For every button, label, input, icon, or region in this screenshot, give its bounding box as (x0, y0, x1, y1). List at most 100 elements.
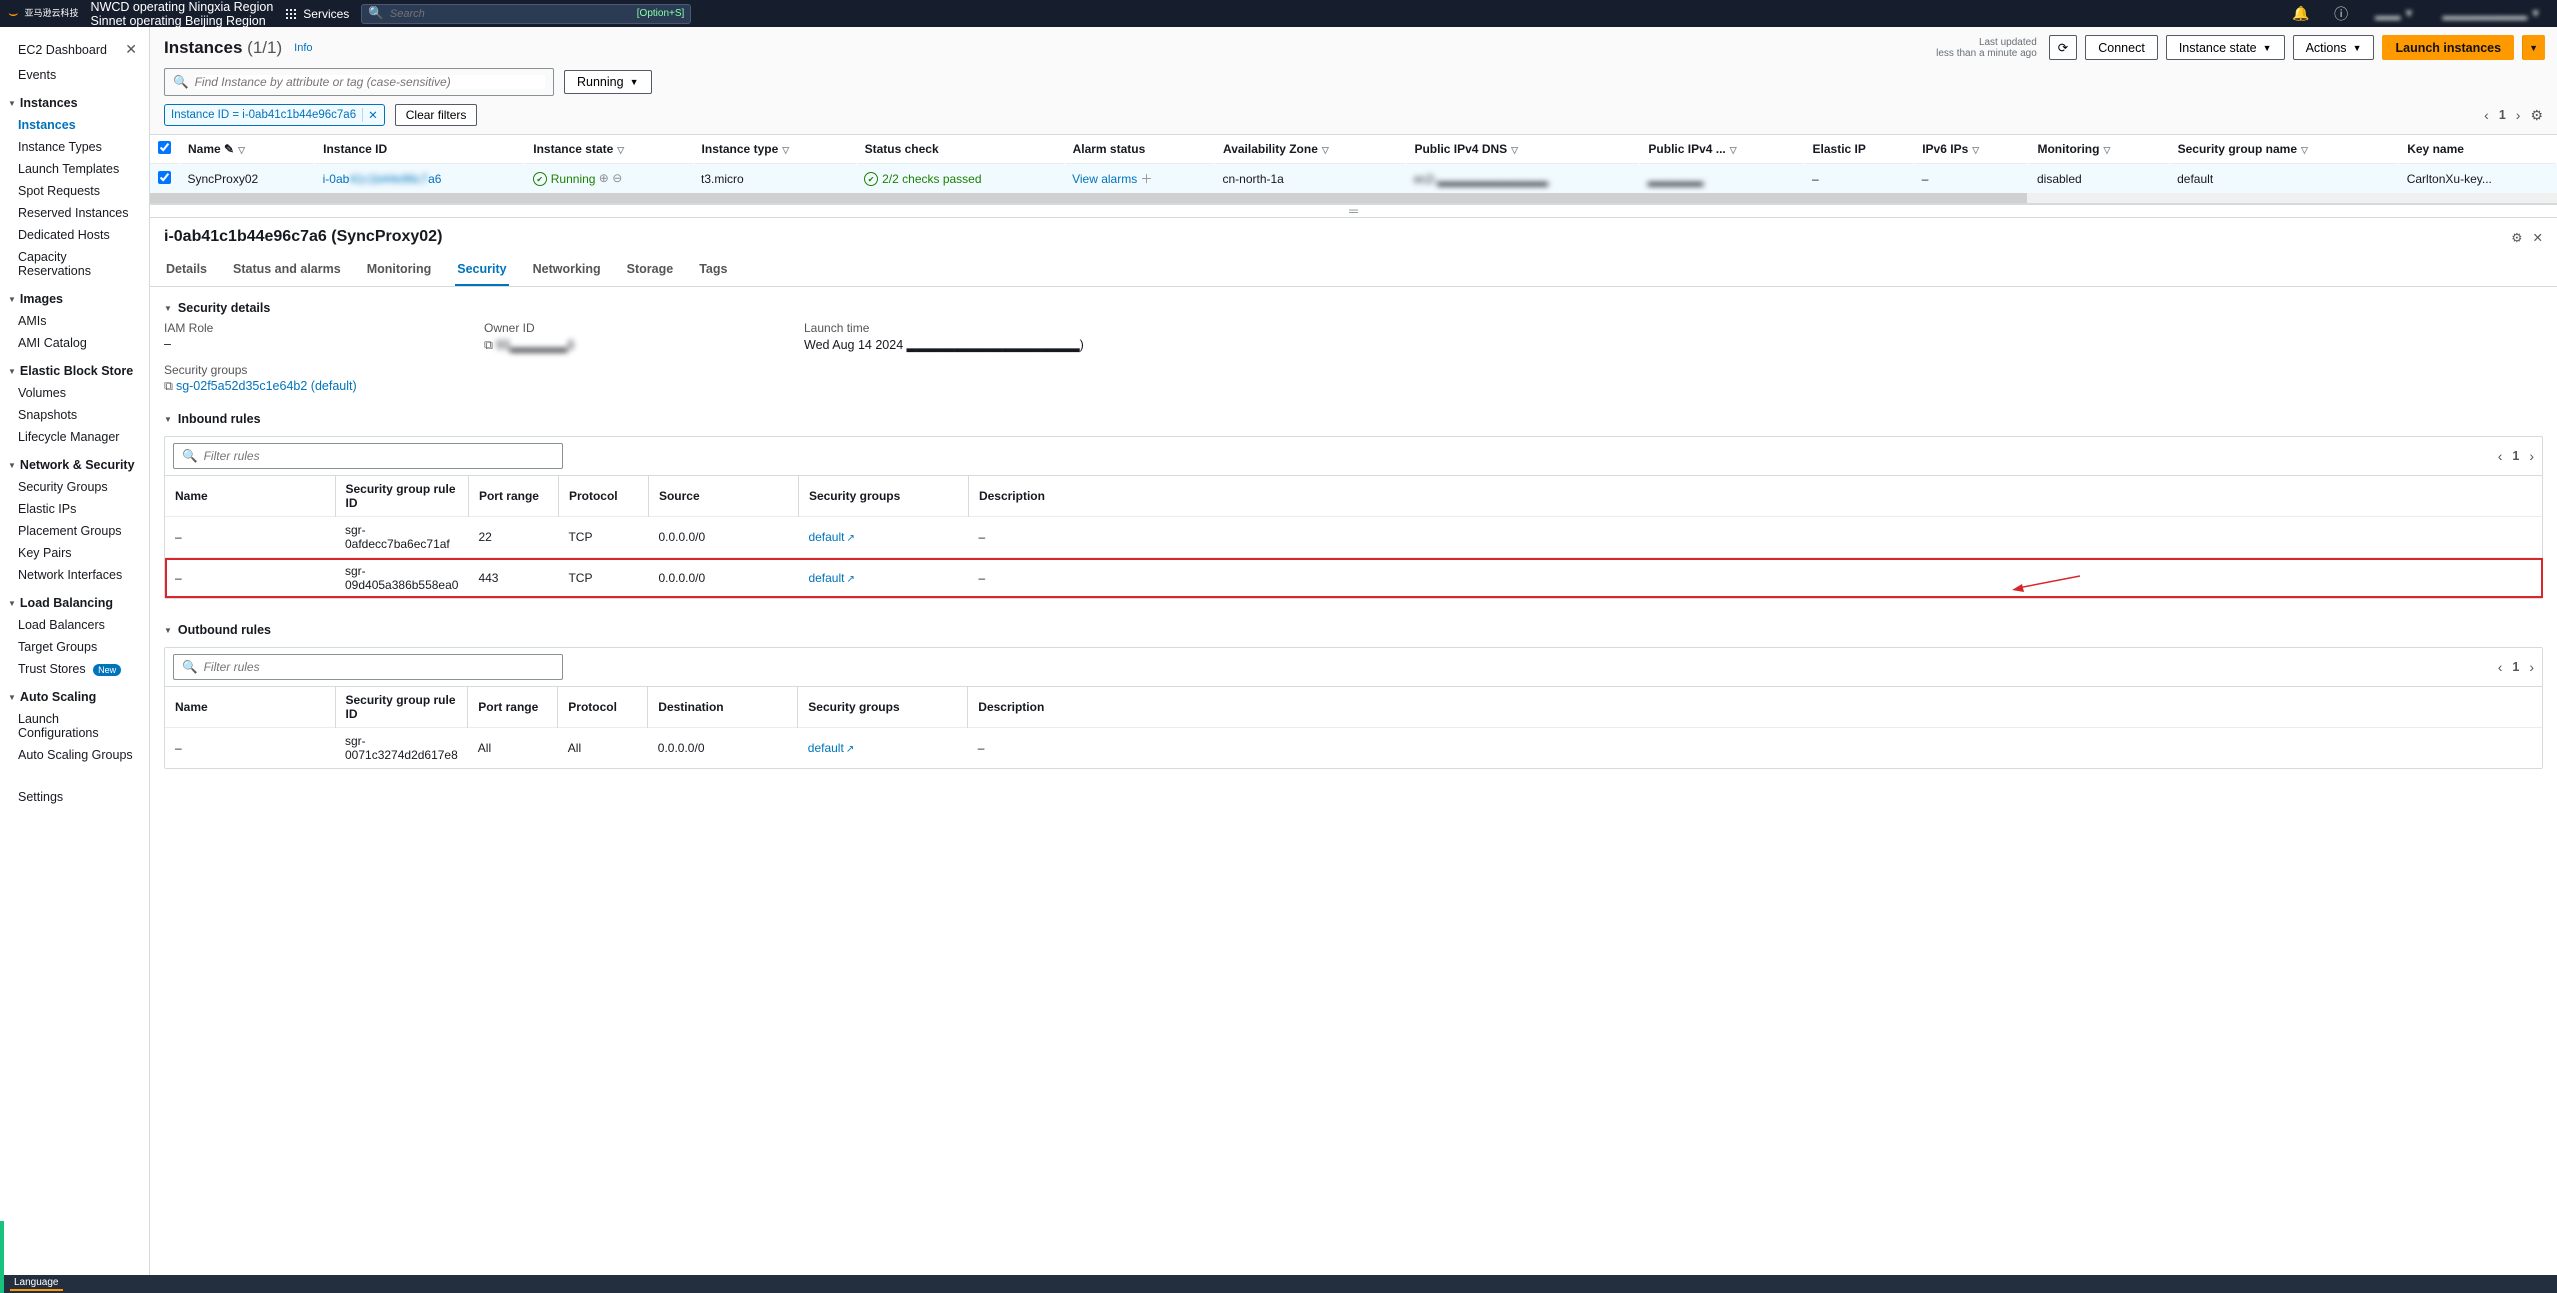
sidebar-dashboard[interactable]: EC2 Dashboard (18, 43, 107, 57)
col-rule-desc[interactable]: Description (968, 687, 2542, 728)
sidebar-item-spot[interactable]: Spot Requests (0, 180, 149, 202)
sidebar-head-autoscaling[interactable]: Auto Scaling (0, 680, 149, 708)
tab-security[interactable]: Security (455, 254, 508, 286)
page-next-icon[interactable]: › (2516, 107, 2521, 123)
section-inbound-rules[interactable]: Inbound rules (164, 412, 2543, 432)
sg-link[interactable]: default (808, 571, 844, 585)
chip-remove-icon[interactable]: ✕ (362, 108, 378, 122)
actions-button[interactable]: Actions▼ (2293, 35, 2375, 60)
horizontal-scrollbar[interactable] (150, 193, 2557, 203)
filter-chip-instance-id[interactable]: Instance ID = i-0ab41c1b44e96c7a6 ✕ (164, 104, 385, 126)
inbound-rule-row[interactable]: – sgr-0afdecc7ba6ec71af 22 TCP 0.0.0.0/0… (165, 517, 2542, 558)
sidebar-item-ami-catalog[interactable]: AMI Catalog (0, 332, 149, 354)
copy-icon[interactable]: ⧉ (484, 338, 493, 352)
sidebar-events[interactable]: Events (0, 64, 149, 86)
sidebar-head-network[interactable]: Network & Security (0, 448, 149, 476)
sidebar-item-asg[interactable]: Auto Scaling Groups (0, 744, 149, 766)
inbound-filter-input[interactable] (204, 449, 554, 463)
tab-details[interactable]: Details (164, 254, 209, 286)
sg-link[interactable]: default (808, 741, 844, 755)
sidebar-head-lb[interactable]: Load Balancing (0, 586, 149, 614)
page-prev-icon[interactable]: ‹ (2484, 107, 2489, 123)
sidebar-item-placement[interactable]: Placement Groups (0, 520, 149, 542)
help-icon[interactable]: ⓘ (2327, 4, 2355, 24)
inbound-rule-row-highlighted[interactable]: – sgr-09d405a386b558ea0 443 TCP 0.0.0.0/… (165, 558, 2542, 599)
col-key[interactable]: Key name (2399, 135, 2557, 164)
col-state[interactable]: Instance state▽ (525, 135, 693, 164)
table-settings-icon[interactable]: ⚙ (2530, 107, 2543, 124)
connect-button[interactable]: Connect (2085, 35, 2158, 60)
refresh-button[interactable]: ⟳ (2049, 35, 2077, 60)
sidebar-item-nics[interactable]: Network Interfaces (0, 564, 149, 586)
row-checkbox[interactable] (158, 171, 171, 184)
sidebar-settings[interactable]: Settings (0, 786, 149, 808)
services-menu[interactable]: Services (285, 7, 349, 21)
page-next-icon[interactable]: › (2529, 448, 2534, 464)
account-menu[interactable]: ▂▂▂▂▂▂▂▂▂▂ ▼ (2434, 7, 2549, 20)
zoom-out-icon[interactable]: ⊖ (612, 171, 622, 185)
tab-networking[interactable]: Networking (531, 254, 603, 286)
sg-link[interactable]: default (808, 530, 844, 544)
sidebar-item-instance-types[interactable]: Instance Types (0, 136, 149, 158)
col-status[interactable]: Status check (856, 135, 1064, 164)
col-rule-port[interactable]: Port range (468, 687, 558, 728)
col-monitoring[interactable]: Monitoring▽ (2029, 135, 2169, 164)
view-alarms-link[interactable]: View alarms (1072, 172, 1137, 186)
col-name[interactable]: Name ✎▽ (180, 135, 315, 164)
page-prev-icon[interactable]: ‹ (2498, 448, 2503, 464)
add-alarm-icon[interactable]: ＋ (1141, 172, 1153, 186)
page-next-icon[interactable]: › (2529, 659, 2534, 675)
tab-monitoring[interactable]: Monitoring (365, 254, 434, 286)
col-rule-id[interactable]: Security group rule ID (335, 687, 468, 728)
sidebar-head-instances[interactable]: Instances (0, 86, 149, 114)
copy-icon[interactable]: ⧉ (164, 379, 173, 393)
close-detail-icon[interactable]: ✕ (2533, 230, 2543, 245)
col-rule-port[interactable]: Port range (468, 476, 558, 517)
col-rule-proto[interactable]: Protocol (558, 476, 648, 517)
col-rule-proto[interactable]: Protocol (558, 687, 648, 728)
tab-tags[interactable]: Tags (697, 254, 729, 286)
sidebar-item-dedicated[interactable]: Dedicated Hosts (0, 224, 149, 246)
select-all-checkbox[interactable] (158, 141, 171, 154)
find-instance-filter[interactable]: 🔍 (164, 68, 554, 96)
instance-row[interactable]: SyncProxy02 i-0ab41c1b44e96c7a6 Running … (150, 164, 2557, 194)
col-instance-id[interactable]: Instance ID (315, 135, 525, 164)
inbound-filter[interactable]: 🔍 (173, 443, 563, 469)
section-security-details[interactable]: Security details (164, 301, 2543, 321)
info-link[interactable]: Info (294, 42, 312, 54)
col-rule-name[interactable]: Name (165, 476, 335, 517)
sidebar-item-target-groups[interactable]: Target Groups (0, 636, 149, 658)
zoom-in-icon[interactable]: ⊕ (599, 171, 609, 185)
outbound-filter[interactable]: 🔍 (173, 654, 563, 680)
edit-icon[interactable]: ✎ (224, 142, 234, 156)
sidebar-item-instances[interactable]: Instances (0, 114, 149, 136)
pane-splitter[interactable]: ═ (150, 204, 2557, 218)
preferences-icon[interactable]: ⚙ (2511, 230, 2522, 245)
col-eip[interactable]: Elastic IP (1804, 135, 1914, 164)
col-rule-source[interactable]: Source (648, 476, 798, 517)
tab-status[interactable]: Status and alarms (231, 254, 343, 286)
col-rule-name[interactable]: Name (165, 687, 335, 728)
sidebar-item-trust-stores[interactable]: Trust Stores New (0, 658, 149, 680)
col-dns[interactable]: Public IPv4 DNS▽ (1406, 135, 1640, 164)
security-group-link[interactable]: sg-02f5a52d35c1e64b2 (default) (176, 379, 357, 393)
col-alarm[interactable]: Alarm status (1064, 135, 1214, 164)
sidebar-item-launch-configs[interactable]: Launch Configurations (0, 708, 149, 744)
sidebar-head-ebs[interactable]: Elastic Block Store (0, 354, 149, 382)
state-filter-button[interactable]: Running▼ (564, 70, 652, 94)
sidebar-item-keypairs[interactable]: Key Pairs (0, 542, 149, 564)
search-input[interactable] (390, 8, 631, 20)
launch-instances-button[interactable]: Launch instances (2382, 35, 2514, 60)
sidebar-item-elastic-ips[interactable]: Elastic IPs (0, 498, 149, 520)
col-type[interactable]: Instance type▽ (693, 135, 856, 164)
sidebar-item-volumes[interactable]: Volumes (0, 382, 149, 404)
find-instance-input[interactable] (195, 75, 545, 89)
col-rule-id[interactable]: Security group rule ID (335, 476, 468, 517)
cell-instance-id[interactable]: i-0ab41c1b44e96c7a6 (315, 164, 525, 194)
sidebar-head-images[interactable]: Images (0, 282, 149, 310)
notifications-icon[interactable]: 🔔 (2287, 5, 2315, 22)
sidebar-item-amis[interactable]: AMIs (0, 310, 149, 332)
col-rule-dest[interactable]: Destination (648, 687, 798, 728)
sidebar-item-launch-templates[interactable]: Launch Templates (0, 158, 149, 180)
tab-storage[interactable]: Storage (625, 254, 676, 286)
